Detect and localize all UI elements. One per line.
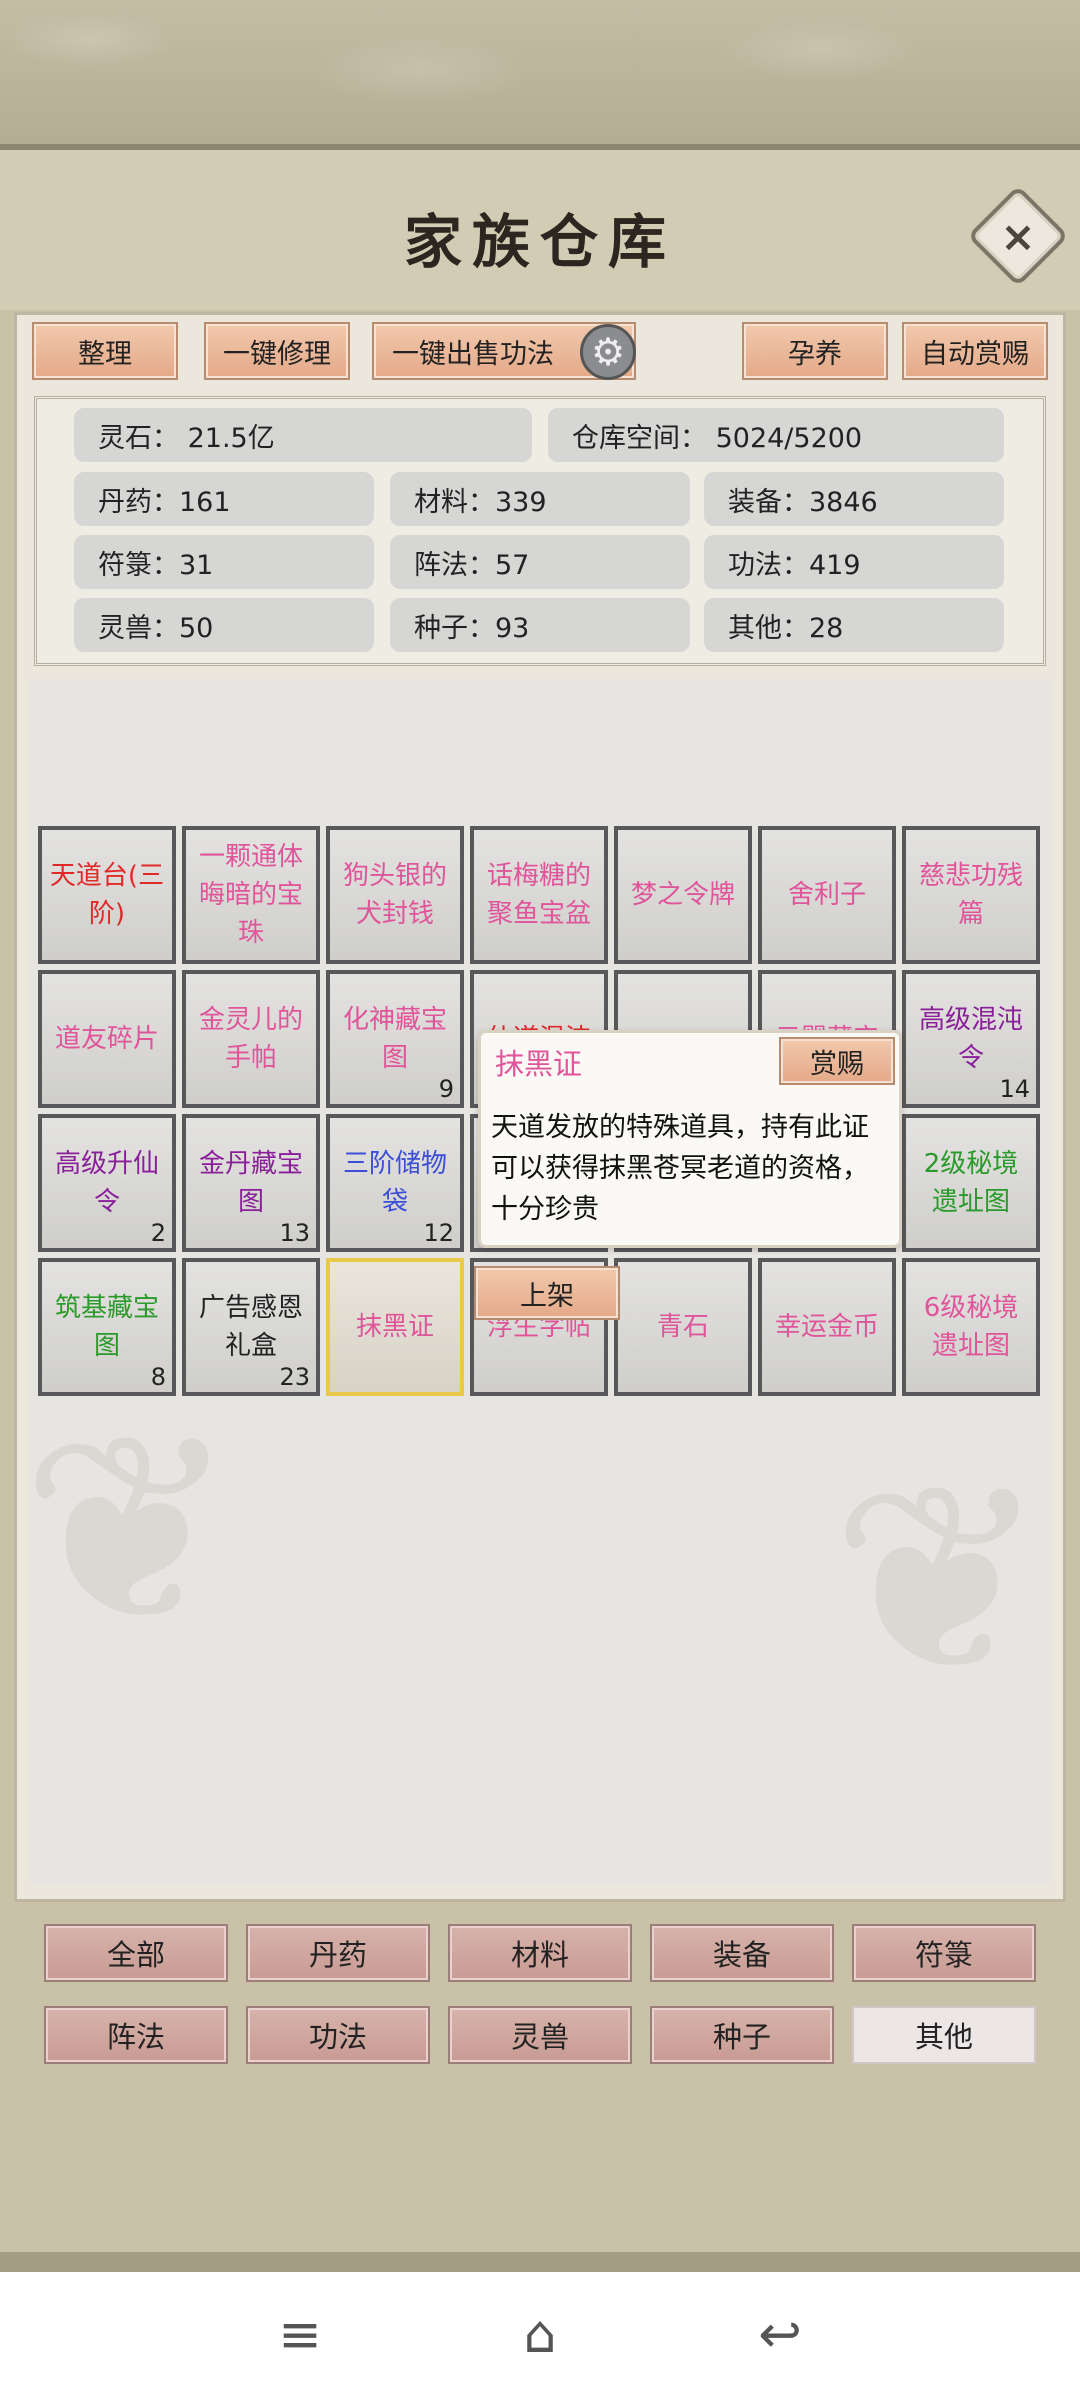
auto-reward-button[interactable]: 自动赏赐 — [902, 322, 1048, 380]
item-name: 金灵儿的手帕 — [198, 1005, 303, 1073]
stat-skills: 功法：419 — [704, 535, 1004, 589]
filter-tab[interactable]: 丹药 — [246, 1924, 430, 1982]
item-slot[interactable]: 高级混沌令 14 — [902, 970, 1040, 1108]
item-name: 高级混沌令 — [918, 1005, 1023, 1073]
filter-tab[interactable]: 全部 — [44, 1924, 228, 1982]
filter-tab[interactable]: 阵法 — [44, 2006, 228, 2064]
item-name: 慈悲功残篇 — [918, 861, 1023, 929]
item-slot[interactable]: 金灵儿的手帕 — [182, 970, 320, 1108]
gear-icon[interactable]: ⚙ — [580, 324, 636, 380]
stat-pills: 丹药：161 — [74, 472, 374, 526]
item-name: 狗头银的犬封钱 — [342, 861, 447, 929]
filter-tab[interactable]: 装备 — [650, 1924, 834, 1982]
item-slot[interactable]: 狗头银的犬封钱 — [326, 826, 464, 964]
item-slot[interactable]: 幸运金币 — [758, 1258, 896, 1396]
repair-all-button[interactable]: 一键修理 — [204, 322, 350, 380]
item-name: 6级秘境遗址图 — [923, 1293, 1019, 1361]
stat-spirit-stone: 灵石： 21.5亿 — [74, 408, 532, 462]
item-slot[interactable]: 话梅糖的聚鱼宝盆 — [470, 826, 608, 964]
item-name: 道友碎片 — [54, 1024, 159, 1054]
item-slot[interactable]: 筑基藏宝图 8 — [38, 1258, 176, 1396]
stat-spirit-beasts: 灵兽：50 — [74, 598, 374, 652]
item-name: 广告感恩礼盒 — [198, 1293, 303, 1361]
filter-tab[interactable]: 种子 — [650, 2006, 834, 2064]
item-count: 13 — [279, 1219, 310, 1247]
stat-talismans: 符箓：31 — [74, 535, 374, 589]
item-name: 化神藏宝图 — [342, 1005, 447, 1073]
page-title: 家族仓库 — [403, 208, 676, 276]
menu-icon[interactable]: ≡ — [260, 2300, 340, 2370]
reward-button[interactable]: 赏赐 — [779, 1037, 895, 1085]
item-slot[interactable]: 抹黑证 — [326, 1258, 464, 1396]
item-name: 金丹藏宝图 — [198, 1149, 303, 1217]
home-icon[interactable]: ⌂ — [500, 2300, 580, 2370]
item-slot[interactable]: 金丹藏宝图 13 — [182, 1114, 320, 1252]
item-slot[interactable]: 2级秘境遗址图 — [902, 1114, 1040, 1252]
tooltip-description: 天道发放的特殊道具，持有此证可以获得抹黑苍冥老道的资格，十分珍贵 — [491, 1112, 869, 1225]
item-name: 天道台(三阶) — [49, 861, 165, 929]
stat-storage-space: 仓库空间： 5024/5200 — [548, 408, 1004, 462]
item-slot[interactable]: 6级秘境遗址图 — [902, 1258, 1040, 1396]
stat-materials: 材料：339 — [390, 472, 690, 526]
filter-tab[interactable]: 灵兽 — [448, 2006, 632, 2064]
item-name: 幸运金币 — [774, 1312, 879, 1342]
item-slot[interactable]: 舍利子 — [758, 826, 896, 964]
back-icon[interactable]: ↩ — [740, 2300, 820, 2370]
stat-seeds: 种子：93 — [390, 598, 690, 652]
filter-tab[interactable]: 材料 — [448, 1924, 632, 1982]
item-slot[interactable]: 道友碎片 — [38, 970, 176, 1108]
item-name: 2级秘境遗址图 — [923, 1149, 1019, 1217]
item-slot[interactable]: 青石 — [614, 1258, 752, 1396]
filter-tab[interactable]: 功法 — [246, 2006, 430, 2064]
item-slot[interactable]: 广告感恩礼盒 23 — [182, 1258, 320, 1396]
item-name: 舍利子 — [787, 880, 866, 910]
top-decor-band — [0, 0, 1080, 150]
item-name: 筑基藏宝图 — [54, 1293, 159, 1361]
close-icon: × — [1000, 211, 1036, 261]
item-slot[interactable]: 一颗通体晦暗的宝珠 — [182, 826, 320, 964]
item-slot[interactable]: 梦之令牌 — [614, 826, 752, 964]
item-count: 2 — [150, 1219, 166, 1247]
item-count: 8 — [150, 1363, 166, 1391]
item-slot[interactable]: 天道台(三阶) — [38, 826, 176, 964]
tooltip-title: 抹黑证 — [495, 1047, 583, 1081]
item-slot[interactable]: 化神藏宝图 9 — [326, 970, 464, 1108]
item-name: 抹黑证 — [355, 1312, 434, 1342]
item-name: 青石 — [656, 1312, 709, 1342]
item-slot[interactable]: 三阶储物袋 12 — [326, 1114, 464, 1252]
item-name: 话梅糖的聚鱼宝盆 — [486, 861, 591, 929]
stat-others: 其他：28 — [704, 598, 1004, 652]
item-name: 一颗通体晦暗的宝珠 — [198, 842, 303, 948]
bamboo-decor: ❦ — [20, 1380, 238, 1682]
bottom-decor-band — [0, 2252, 1080, 2272]
item-count: 9 — [438, 1075, 454, 1103]
stat-equipment: 装备：3846 — [704, 472, 1004, 526]
filter-tab[interactable]: 符箓 — [852, 1924, 1036, 1982]
item-name: 梦之令牌 — [630, 880, 735, 910]
item-count: 14 — [999, 1075, 1030, 1103]
item-tooltip: 抹黑证 赏赐 天道发放的特殊道具，持有此证可以获得抹黑苍冥老道的资格，十分珍贵 — [478, 1030, 902, 1248]
filter-tab[interactable]: 其他 — [852, 2006, 1036, 2064]
item-slot[interactable]: 慈悲功残篇 — [902, 826, 1040, 964]
bamboo-decor: ❦ — [830, 1430, 1048, 1732]
item-name: 高级升仙令 — [54, 1149, 159, 1217]
item-count: 12 — [423, 1219, 454, 1247]
item-count: 23 — [279, 1363, 310, 1391]
list-for-sale-button[interactable]: 上架 — [474, 1266, 620, 1320]
item-slot[interactable]: 高级升仙令 2 — [38, 1114, 176, 1252]
sort-button[interactable]: 整理 — [32, 322, 178, 380]
stat-formations: 阵法：57 — [390, 535, 690, 589]
nurture-button[interactable]: 孕养 — [742, 322, 888, 380]
item-name: 三阶储物袋 — [342, 1149, 447, 1217]
